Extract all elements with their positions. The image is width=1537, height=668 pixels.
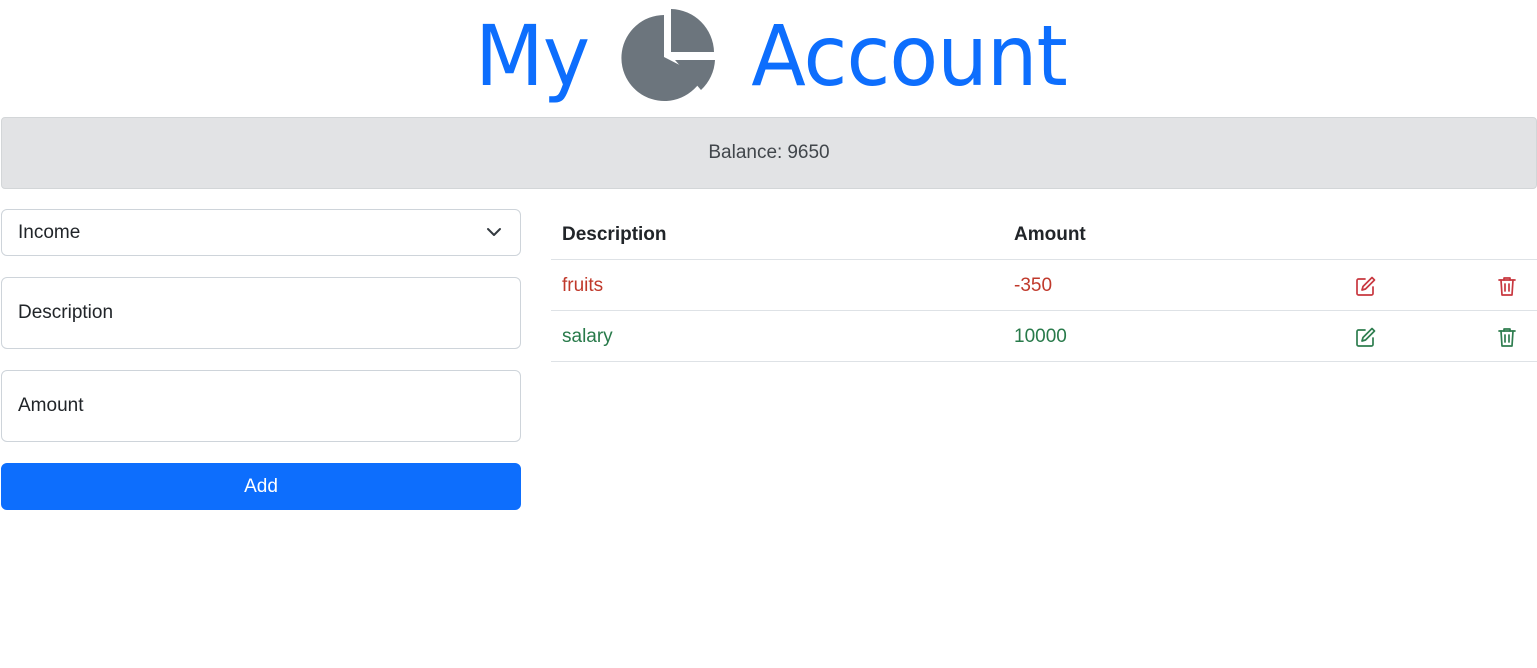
edit-icon[interactable] [1355,275,1377,297]
row-description: salary [562,326,613,347]
row-amount: -350 [1014,275,1053,296]
edit-icon[interactable] [1355,326,1377,348]
amount-field[interactable] [1,370,521,442]
row-description: fruits [562,275,604,296]
header-amount: Amount [1014,224,1086,245]
balance-value: 9650 [787,142,830,163]
title-word-account: Account [750,6,1068,105]
header-description: Description [562,224,667,245]
trash-icon[interactable] [1496,326,1518,348]
title-word-my: My [475,6,590,105]
transactions-table: Description Amount fruits -350 salary 10… [551,209,1537,362]
amount-input[interactable] [18,371,520,441]
trash-icon[interactable] [1496,275,1518,297]
page-title: My Account [472,7,1074,105]
pie-chart-icon [619,7,717,105]
chevron-down-icon [486,224,502,240]
table-row: fruits -350 [551,260,1537,311]
description-field[interactable] [1,277,521,349]
description-input[interactable] [18,278,520,348]
type-select[interactable]: Income [1,209,521,256]
type-select-value: Income [18,221,81,243]
balance-bar: Balance: 9650 [1,117,1537,189]
add-button[interactable]: Add [1,463,521,510]
balance-label: Balance: [708,142,783,163]
row-amount: 10000 [1014,326,1067,347]
page-header: My Account [0,0,1537,117]
transaction-form: Income Add [1,209,521,510]
table-row: salary 10000 [551,311,1537,362]
table-header: Description Amount [551,209,1537,260]
